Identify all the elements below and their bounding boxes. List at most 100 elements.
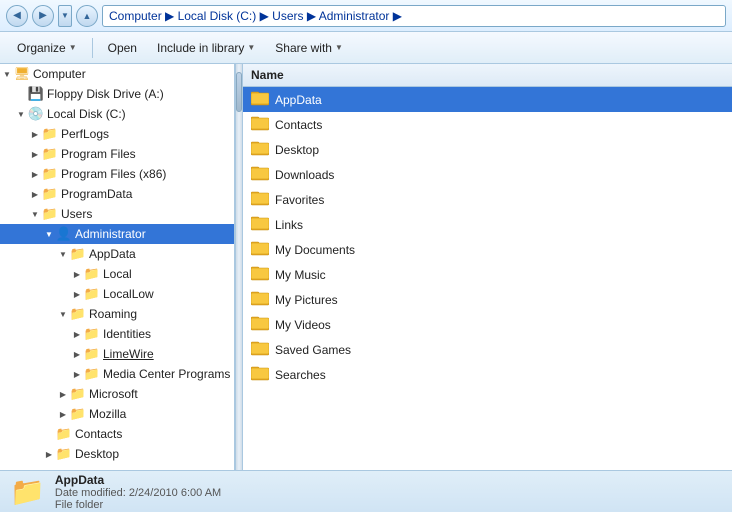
tree-icon-desktop2: 📁 [56, 446, 72, 462]
tree-label-identities: Identities [103, 327, 151, 341]
tree-toggle-local[interactable]: ▶ [70, 267, 84, 281]
tree-item-limewire[interactable]: ▶📁LimeWire [0, 344, 234, 364]
open-button[interactable]: Open [99, 38, 146, 58]
tree-label-appdata: AppData [89, 247, 136, 261]
tree-label-perflogs: PerfLogs [61, 127, 109, 141]
tree-toggle-computer[interactable]: ▼ [0, 67, 14, 81]
organize-button[interactable]: Organize ▼ [8, 38, 86, 58]
tree-item-locallow[interactable]: ▶📁LocalLow [0, 284, 234, 304]
tree-icon-localdisk: 💿 [28, 106, 44, 122]
tree-toggle-mozilla[interactable]: ▶ [56, 407, 70, 421]
tree-toggle-microsoft[interactable]: ▶ [56, 387, 70, 401]
up-button[interactable]: ▲ [76, 5, 98, 27]
file-item-desktop[interactable]: Desktop [243, 137, 732, 162]
tree-item-local[interactable]: ▶📁Local [0, 264, 234, 284]
tree-icon-programfiles: 📁 [42, 146, 58, 162]
tree-toggle-desktop2[interactable]: ▶ [42, 447, 56, 461]
tree-item-floppy[interactable]: 💾Floppy Disk Drive (A:) [0, 84, 234, 104]
tree-item-mozilla[interactable]: ▶📁Mozilla [0, 404, 234, 424]
tree-toggle-programfiles[interactable]: ▶ [28, 147, 42, 161]
tree-toggle-programdata[interactable]: ▶ [28, 187, 42, 201]
file-label-appdata: AppData [275, 93, 322, 107]
tree-label-floppy: Floppy Disk Drive (A:) [47, 87, 164, 101]
tree-label-mozilla: Mozilla [89, 407, 126, 421]
tree-item-contacts2[interactable]: 📁Contacts [0, 424, 234, 444]
share-with-arrow: ▼ [335, 43, 343, 52]
history-dropdown[interactable]: ▼ [58, 5, 72, 27]
status-name: AppData [55, 473, 221, 487]
status-icon: 📁 [10, 475, 45, 508]
status-info: AppData Date modified: 2/24/2010 6:00 AM… [55, 473, 221, 511]
tree-icon-contacts2: 📁 [56, 426, 72, 442]
tree-item-localdisk[interactable]: ▼💿Local Disk (C:) [0, 104, 234, 124]
file-icon-savedgames [251, 340, 271, 359]
tree-toggle-limewire[interactable]: ▶ [70, 347, 84, 361]
file-label-favorites: Favorites [275, 193, 324, 207]
tree-icon-programdata: 📁 [42, 186, 58, 202]
file-icon-desktop [251, 140, 271, 159]
tree-label-computer: Computer [33, 67, 86, 81]
file-item-contacts[interactable]: Contacts [243, 112, 732, 137]
file-icon-searches [251, 365, 271, 384]
forward-button[interactable]: ▶ [32, 5, 54, 27]
file-icon-mypictures [251, 290, 271, 309]
share-with-button[interactable]: Share with ▼ [266, 38, 352, 58]
toolbar: Organize ▼ Open Include in library ▼ Sha… [0, 32, 732, 64]
tree-panel[interactable]: ▼🖥Computer💾Floppy Disk Drive (A:)▼💿Local… [0, 64, 235, 470]
tree-label-mediacenter: Media Center Programs [103, 367, 230, 381]
tree-scrollbar[interactable] [235, 64, 243, 470]
tree-item-roaming[interactable]: ▼📁Roaming [0, 304, 234, 324]
tree-toggle-localdisk[interactable]: ▼ [14, 107, 28, 121]
tree-toggle-mediacenter[interactable]: ▶ [70, 367, 84, 381]
tree-toggle-administrator[interactable]: ▼ [42, 227, 56, 241]
file-item-myvideos[interactable]: My Videos [243, 312, 732, 337]
tree-item-microsoft[interactable]: ▶📁Microsoft [0, 384, 234, 404]
file-label-mypictures: My Pictures [275, 293, 338, 307]
file-icon-mydocuments [251, 240, 271, 259]
tree-item-programdata[interactable]: ▶📁ProgramData [0, 184, 234, 204]
tree-item-desktop2[interactable]: ▶📁Desktop [0, 444, 234, 464]
status-detail: Date modified: 2/24/2010 6:00 AM [55, 487, 221, 499]
file-item-downloads[interactable]: Downloads [243, 162, 732, 187]
file-item-mypictures[interactable]: My Pictures [243, 287, 732, 312]
tree-item-identities[interactable]: ▶📁Identities [0, 324, 234, 344]
file-item-searches[interactable]: Searches [243, 362, 732, 387]
file-item-favorites[interactable]: Favorites [243, 187, 732, 212]
tree-toggle-locallow[interactable]: ▶ [70, 287, 84, 301]
file-item-savedgames[interactable]: Saved Games [243, 337, 732, 362]
file-item-links[interactable]: Links [243, 212, 732, 237]
tree-toggle-roaming[interactable]: ▼ [56, 307, 70, 321]
breadcrumb-text: Computer ▶ Local Disk (C:) ▶ Users ▶ Adm… [109, 9, 402, 23]
status-bar: 📁 AppData Date modified: 2/24/2010 6:00 … [0, 470, 732, 512]
tree-icon-locallow: 📁 [84, 286, 100, 302]
file-panel[interactable]: Name AppData Contacts Desktop Downloads … [243, 64, 732, 470]
tree-toggle-users[interactable]: ▼ [28, 207, 42, 221]
tree-toggle-programfilesx86[interactable]: ▶ [28, 167, 42, 181]
tree-label-users: Users [61, 207, 92, 221]
tree-item-computer[interactable]: ▼🖥Computer [0, 64, 234, 84]
tree-toggle-floppy[interactable] [14, 87, 28, 101]
breadcrumb[interactable]: Computer ▶ Local Disk (C:) ▶ Users ▶ Adm… [102, 5, 726, 27]
include-library-button[interactable]: Include in library ▼ [148, 38, 264, 58]
tree-icon-microsoft: 📁 [70, 386, 86, 402]
tree-label-locallow: LocalLow [103, 287, 154, 301]
back-button[interactable]: ◀ [6, 5, 28, 27]
column-name-header[interactable]: Name [243, 64, 732, 87]
tree-icon-users: 📁 [42, 206, 58, 222]
tree-item-administrator[interactable]: ▼👤Administrator [0, 224, 234, 244]
tree-item-programfiles[interactable]: ▶📁Program Files [0, 144, 234, 164]
tree-item-programfilesx86[interactable]: ▶📁Program Files (x86) [0, 164, 234, 184]
tree-item-perflogs[interactable]: ▶📁PerfLogs [0, 124, 234, 144]
tree-icon-floppy: 💾 [28, 86, 44, 102]
tree-toggle-identities[interactable]: ▶ [70, 327, 84, 341]
file-item-appdata[interactable]: AppData [243, 87, 732, 112]
tree-item-appdata[interactable]: ▼📁AppData [0, 244, 234, 264]
tree-toggle-contacts2[interactable] [42, 427, 56, 441]
file-item-mydocuments[interactable]: My Documents [243, 237, 732, 262]
tree-toggle-appdata[interactable]: ▼ [56, 247, 70, 261]
tree-toggle-perflogs[interactable]: ▶ [28, 127, 42, 141]
address-bar: ◀ ▶ ▼ ▲ Computer ▶ Local Disk (C:) ▶ Use… [0, 0, 732, 32]
file-item-mymusic[interactable]: My Music [243, 262, 732, 287]
tree-item-users[interactable]: ▼📁Users [0, 204, 234, 224]
tree-item-mediacenter[interactable]: ▶📁Media Center Programs [0, 364, 234, 384]
